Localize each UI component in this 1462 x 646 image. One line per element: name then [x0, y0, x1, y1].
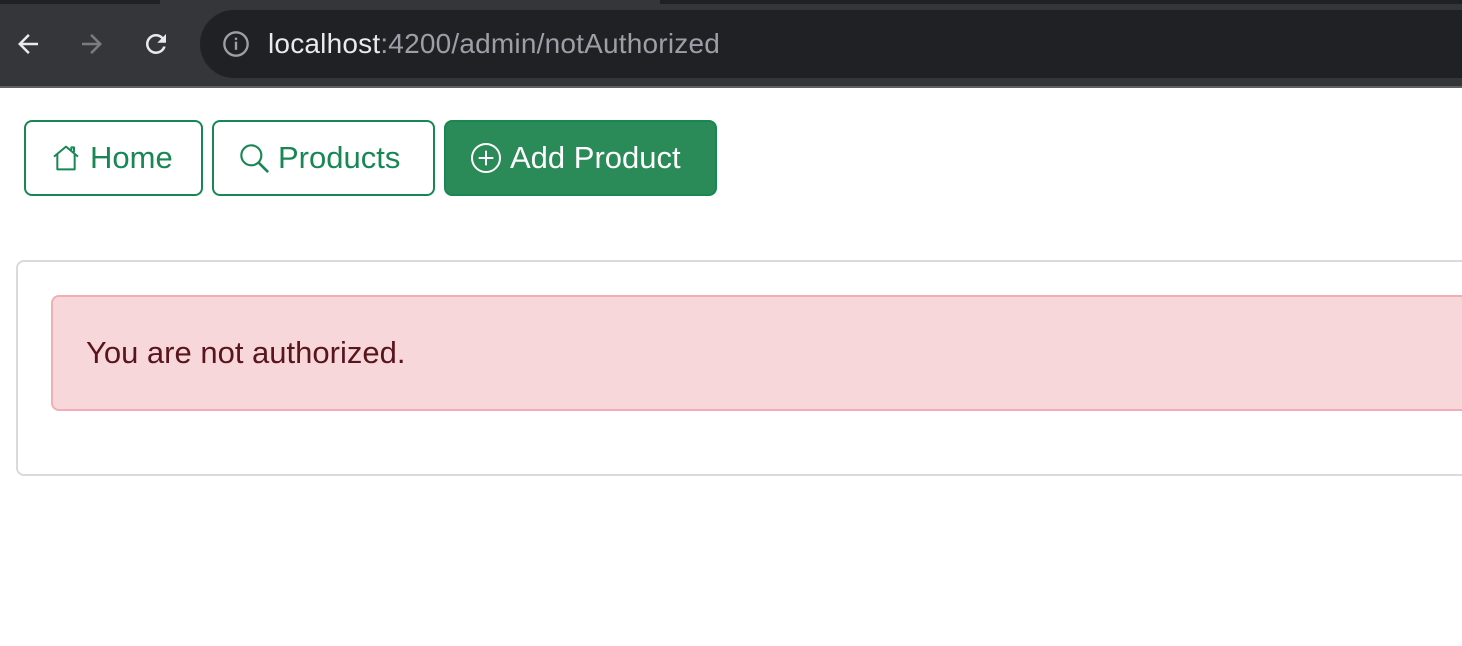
not-authorized-alert: You are not authorized. [51, 295, 1462, 411]
alert-message: You are not authorized. [86, 335, 406, 370]
add-product-button[interactable]: Add Product [444, 120, 717, 196]
reload-icon [146, 34, 166, 54]
url-host: localhost [268, 28, 381, 59]
products-button-label: Products [278, 140, 401, 175]
back-button[interactable] [8, 24, 48, 64]
plus-circle-icon [470, 142, 502, 174]
products-button[interactable]: Products [212, 120, 435, 196]
tab-strip [0, 0, 1462, 4]
search-icon [238, 142, 270, 174]
arrow-left-icon [18, 34, 38, 54]
house-icon [50, 142, 82, 174]
address-bar[interactable]: localhost:4200/admin/notAuthorized [200, 10, 1462, 78]
home-button-label: Home [90, 140, 173, 175]
reload-button[interactable] [136, 24, 176, 64]
arrow-right-icon [82, 34, 102, 54]
info-circle-icon[interactable] [222, 30, 250, 58]
forward-button[interactable] [72, 24, 112, 64]
app-nav: Home Products Add Product [24, 120, 717, 196]
active-tab-edge [160, 0, 660, 4]
home-button[interactable]: Home [24, 120, 203, 196]
url-text[interactable]: localhost:4200/admin/notAuthorized [268, 10, 720, 78]
add-product-button-label: Add Product [510, 140, 681, 175]
browser-toolbar: localhost:4200/admin/notAuthorized [0, 0, 1462, 88]
content-card: You are not authorized. [16, 260, 1462, 476]
url-path: :4200/admin/notAuthorized [380, 28, 720, 59]
